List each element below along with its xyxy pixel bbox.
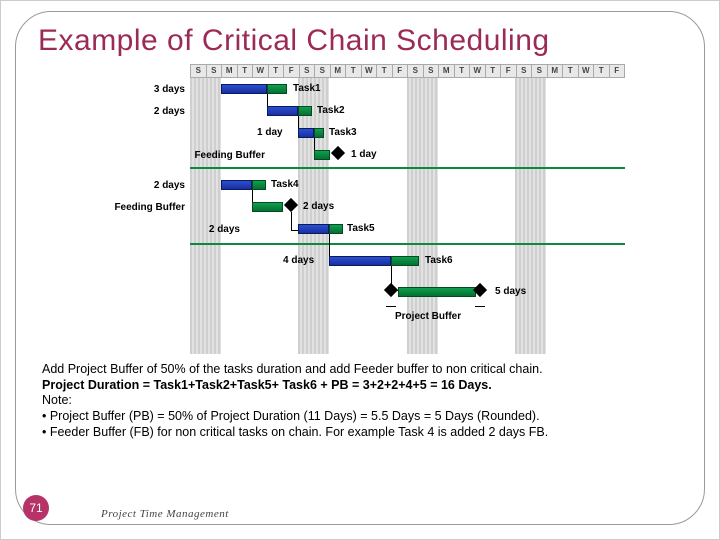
- day-cell: T: [345, 64, 361, 78]
- day-cell: M: [438, 64, 454, 78]
- calendar-header: S S M T W T F S S M T W T F S S M T W T …: [190, 64, 625, 78]
- task-name-label: Task1: [293, 83, 321, 95]
- day-cell: S: [423, 64, 439, 78]
- milestone-icon: [384, 283, 398, 297]
- day-cell: M: [221, 64, 237, 78]
- day-cell: S: [299, 64, 315, 78]
- day-cell: W: [469, 64, 485, 78]
- gantt-chart: S S M T W T F S S M T W T F S S M T W T …: [95, 64, 625, 354]
- day-cell: T: [562, 64, 578, 78]
- body-line: • Feeder Buffer (FB) for non critical ta…: [42, 425, 678, 441]
- milestone-icon: [284, 198, 298, 212]
- divider-line: [190, 243, 625, 245]
- feeding-buffer-bar: [252, 202, 283, 212]
- body-line: Note:: [42, 393, 678, 409]
- day-cell: F: [392, 64, 408, 78]
- buffer-segment: [298, 106, 312, 116]
- day-cell: M: [330, 64, 346, 78]
- day-cell: S: [407, 64, 423, 78]
- buffer-duration-label: 2 days: [303, 201, 334, 213]
- day-cell: T: [485, 64, 501, 78]
- slide-title: Example of Critical Chain Scheduling: [38, 24, 684, 58]
- day-cell: S: [314, 64, 330, 78]
- day-cell: W: [361, 64, 377, 78]
- task-duration-label: 3 days: [95, 84, 185, 96]
- feeding-buffer-label: Feeding Buffer: [155, 150, 265, 162]
- buffer-segment: [391, 256, 419, 266]
- task-name-label: Task3: [329, 127, 357, 139]
- slide-body-text: Add Project Buffer of 50% of the tasks d…: [42, 362, 678, 440]
- project-buffer-label: Project Buffer: [395, 311, 461, 323]
- day-cell: F: [609, 64, 626, 78]
- task-name-label: Task5: [347, 223, 375, 235]
- task-inline-label: 1 day: [257, 127, 283, 139]
- task-name-label: Task6: [425, 255, 453, 267]
- day-cell: F: [500, 64, 516, 78]
- feeding-buffer-label: Feeding Buffer: [75, 202, 185, 214]
- task-name-label: Task2: [317, 105, 345, 117]
- buffer-duration-label: 5 days: [495, 286, 526, 298]
- day-cell: T: [268, 64, 284, 78]
- day-cell: S: [516, 64, 532, 78]
- body-line-bold: Project Duration = Task1+Task2+Task5+ Ta…: [42, 378, 678, 394]
- task-bar: [329, 256, 391, 266]
- day-cell: M: [547, 64, 563, 78]
- task-duration-label: 2 days: [95, 106, 185, 118]
- divider-line: [190, 167, 625, 169]
- day-cell: T: [593, 64, 609, 78]
- body-line: Add Project Buffer of 50% of the tasks d…: [42, 362, 678, 378]
- task-bar: [221, 84, 267, 94]
- day-cell: S: [190, 64, 206, 78]
- feeding-buffer-bar: [314, 150, 330, 160]
- day-cell: W: [578, 64, 594, 78]
- task-bar: [298, 128, 314, 138]
- day-cell: S: [531, 64, 547, 78]
- task-name-label: Task4: [271, 179, 299, 191]
- task-bar: [267, 106, 298, 116]
- day-cell: F: [283, 64, 299, 78]
- task-duration-label: 2 days: [150, 224, 240, 236]
- task-duration-label: 2 days: [95, 180, 185, 192]
- day-cell: W: [252, 64, 268, 78]
- task-inline-label: 4 days: [283, 255, 314, 267]
- task-bar: [298, 224, 329, 234]
- buffer-segment: [252, 180, 266, 190]
- task-bar: [221, 180, 252, 190]
- buffer-segment: [267, 84, 287, 94]
- slide-number-badge: 71: [23, 495, 49, 521]
- buffer-duration-label: 1 day: [351, 149, 377, 161]
- day-cell: T: [376, 64, 392, 78]
- buffer-segment: [314, 128, 324, 138]
- day-cell: T: [237, 64, 253, 78]
- body-line: • Project Buffer (PB) = 50% of Project D…: [42, 409, 678, 425]
- milestone-icon: [331, 146, 345, 160]
- project-buffer-bar: [398, 287, 476, 297]
- buffer-segment: [329, 224, 343, 234]
- day-cell: T: [454, 64, 470, 78]
- footer-text: Project Time Management: [101, 507, 229, 521]
- day-cell: S: [206, 64, 222, 78]
